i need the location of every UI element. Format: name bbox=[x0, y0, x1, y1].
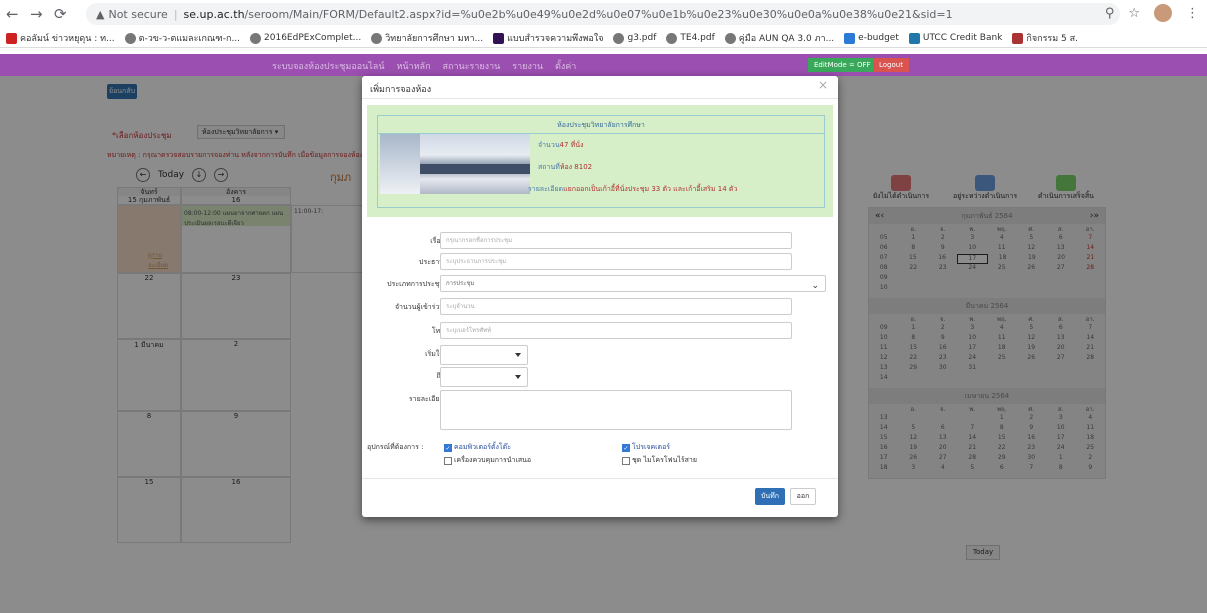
bookmark-item[interactable]: ต-วข-ว-ตแมละเกณฑ-ก... bbox=[124, 31, 240, 45]
nav-status[interactable]: สถานะรายงาน bbox=[443, 59, 501, 73]
bookmark-item[interactable]: 2016EdPExComplet... bbox=[250, 32, 361, 44]
check-icon: ✓ bbox=[444, 443, 452, 452]
nav-home-title[interactable]: ระบบจองห้องประชุมออนไลน์ bbox=[272, 59, 384, 73]
equip-mic-checkbox[interactable]: ชุด ไมโครโฟนไร้สาย bbox=[622, 455, 697, 466]
chair-input[interactable]: ระบุประธานการประชุม bbox=[440, 253, 792, 270]
url-separator: | bbox=[173, 7, 178, 21]
bookmark-item[interactable]: g3.pdf bbox=[613, 32, 656, 44]
location-row: สถานที่ห้อง 8102 bbox=[538, 163, 593, 171]
attendees-label: จำนวนผู้เข้าร่วม bbox=[394, 303, 444, 311]
globe-icon bbox=[250, 32, 262, 44]
detail-row: รายละเอียดแยกออกเป็นเก้าอี้ที่นั่งประชุม… bbox=[528, 185, 738, 193]
kebab-menu-icon[interactable]: ⋮ bbox=[1186, 6, 1199, 21]
close-icon[interactable]: × bbox=[818, 78, 828, 92]
bookmark-item[interactable]: TE4.pdf bbox=[666, 32, 715, 44]
equipment-label: อุปกรณ์ที่ต้องการ : bbox=[367, 443, 424, 451]
check-icon: ✓ bbox=[622, 443, 630, 452]
nav-report[interactable]: รายงาน bbox=[512, 59, 543, 73]
meeting-type-select[interactable]: การประชุม ⌄ bbox=[440, 275, 826, 292]
bookmark-item[interactable]: UTCC Credit Bank bbox=[908, 32, 1002, 44]
address-bar[interactable]: ▲ Not secure | se.up.ac.th /seroom/Main/… bbox=[86, 3, 1120, 25]
url-host: se.up.ac.th bbox=[183, 7, 245, 21]
bookmark-icon bbox=[844, 32, 856, 44]
logout-button[interactable]: Logout bbox=[873, 58, 909, 72]
bookmarks-bar: คอลัมน์ ข่าวหยุดุน : ท... ต-วข-ว-ตแมละเก… bbox=[0, 28, 1207, 48]
booking-modal: เพิ่มการจองห้อง × ห้องประชุมวิทยาลัยการศ… bbox=[362, 76, 838, 517]
room-info-box: ห้องประชุมวิทยาลัยการศึกษา จำนวน47 ที่นั… bbox=[367, 105, 833, 217]
subject-input[interactable]: กรุณากรอกชื่อการประชุม bbox=[440, 232, 792, 249]
detail-label: รายละเอียด bbox=[408, 395, 444, 403]
divider bbox=[362, 478, 838, 479]
phone-input[interactable]: ระบุเบอร์โทรศัพท์ bbox=[440, 322, 792, 339]
forward-arrow-icon[interactable]: → bbox=[30, 4, 43, 24]
room-photo bbox=[380, 134, 530, 194]
bookmark-icon bbox=[1012, 32, 1024, 44]
nav-main[interactable]: หน้าหลัก bbox=[396, 59, 430, 73]
bookmark-item[interactable]: กิจกรรม 5 ส. bbox=[1012, 31, 1078, 45]
bookmark-item[interactable]: คอลัมน์ ข่าวหยุดุน : ท... bbox=[6, 31, 115, 45]
bookmark-item[interactable]: แบบสำรวจความพึงพอใจ bbox=[493, 31, 603, 45]
bookmark-icon bbox=[6, 32, 17, 44]
url-path: /seroom/Main/FORM/Default2.aspx?id=%u0e2… bbox=[244, 7, 953, 21]
profile-avatar[interactable] bbox=[1154, 4, 1172, 22]
warning-icon: ▲ bbox=[96, 7, 105, 21]
room-name: ห้องประชุมวิทยาลัยการศึกษา bbox=[378, 116, 824, 134]
equip-desktop-checkbox[interactable]: ✓ คอมพิวเตอร์ตั้งโต๊ะ bbox=[444, 442, 511, 453]
capacity-row: จำนวน47 ที่นั่ง bbox=[538, 141, 584, 149]
back-arrow-icon[interactable]: ← bbox=[6, 4, 19, 24]
divider bbox=[362, 98, 838, 99]
bookmark-item[interactable]: วิทยาลัยการศึกษา มหา... bbox=[371, 31, 483, 45]
attendees-input[interactable]: ระบุจำนวน bbox=[440, 298, 792, 315]
nav-settings[interactable]: ตั้งค่า bbox=[555, 59, 576, 73]
equip-presenter-checkbox[interactable]: เครื่องควบคุมการนำเสนอ bbox=[444, 455, 531, 466]
meeting-type-label: ประเภทการประชุม bbox=[387, 280, 444, 288]
bookmark-icon bbox=[908, 32, 920, 44]
caret-down-icon bbox=[515, 375, 521, 379]
browser-chrome: ← → ⟳ ▲ Not secure | se.up.ac.th /seroom… bbox=[0, 0, 1207, 48]
start-select[interactable] bbox=[440, 345, 528, 365]
globe-icon bbox=[613, 32, 625, 44]
globe-icon bbox=[666, 32, 678, 44]
checkbox-empty-icon bbox=[444, 456, 452, 465]
modal-title: เพิ่มการจองห้อง bbox=[370, 85, 432, 95]
reload-icon[interactable]: ⟳ bbox=[54, 4, 67, 24]
end-select[interactable] bbox=[440, 367, 528, 387]
zoom-icon[interactable]: ⚲ bbox=[1105, 6, 1115, 21]
caret-down-icon bbox=[515, 353, 521, 357]
site-navbar: ระบบจองห้องประชุมออนไลน์ หน้าหลัก สถานะร… bbox=[0, 54, 1207, 76]
globe-icon bbox=[371, 32, 383, 44]
bookmark-icon bbox=[493, 32, 505, 44]
checkbox-empty-icon bbox=[622, 456, 630, 465]
bookmark-item[interactable]: คู่มือ AUN QA 3.0 ภา... bbox=[724, 31, 834, 45]
room-info-table: ห้องประชุมวิทยาลัยการศึกษา จำนวน47 ที่นั… bbox=[377, 115, 825, 208]
security-label: Not secure bbox=[108, 7, 168, 21]
globe-icon bbox=[724, 32, 736, 44]
globe-icon bbox=[124, 32, 136, 44]
cancel-button[interactable]: ออก bbox=[790, 488, 816, 505]
equip-projector-checkbox[interactable]: ✓ โปรเจคเตอร์ bbox=[622, 442, 670, 453]
star-icon[interactable]: ☆ bbox=[1128, 6, 1140, 21]
detail-textarea[interactable] bbox=[440, 390, 792, 430]
bookmark-item[interactable]: e-budget bbox=[844, 32, 899, 44]
save-button[interactable]: บันทึก bbox=[755, 488, 785, 505]
chevron-down-icon: ⌄ bbox=[811, 281, 819, 291]
editmode-button[interactable]: EditMode = OFF bbox=[808, 58, 877, 72]
